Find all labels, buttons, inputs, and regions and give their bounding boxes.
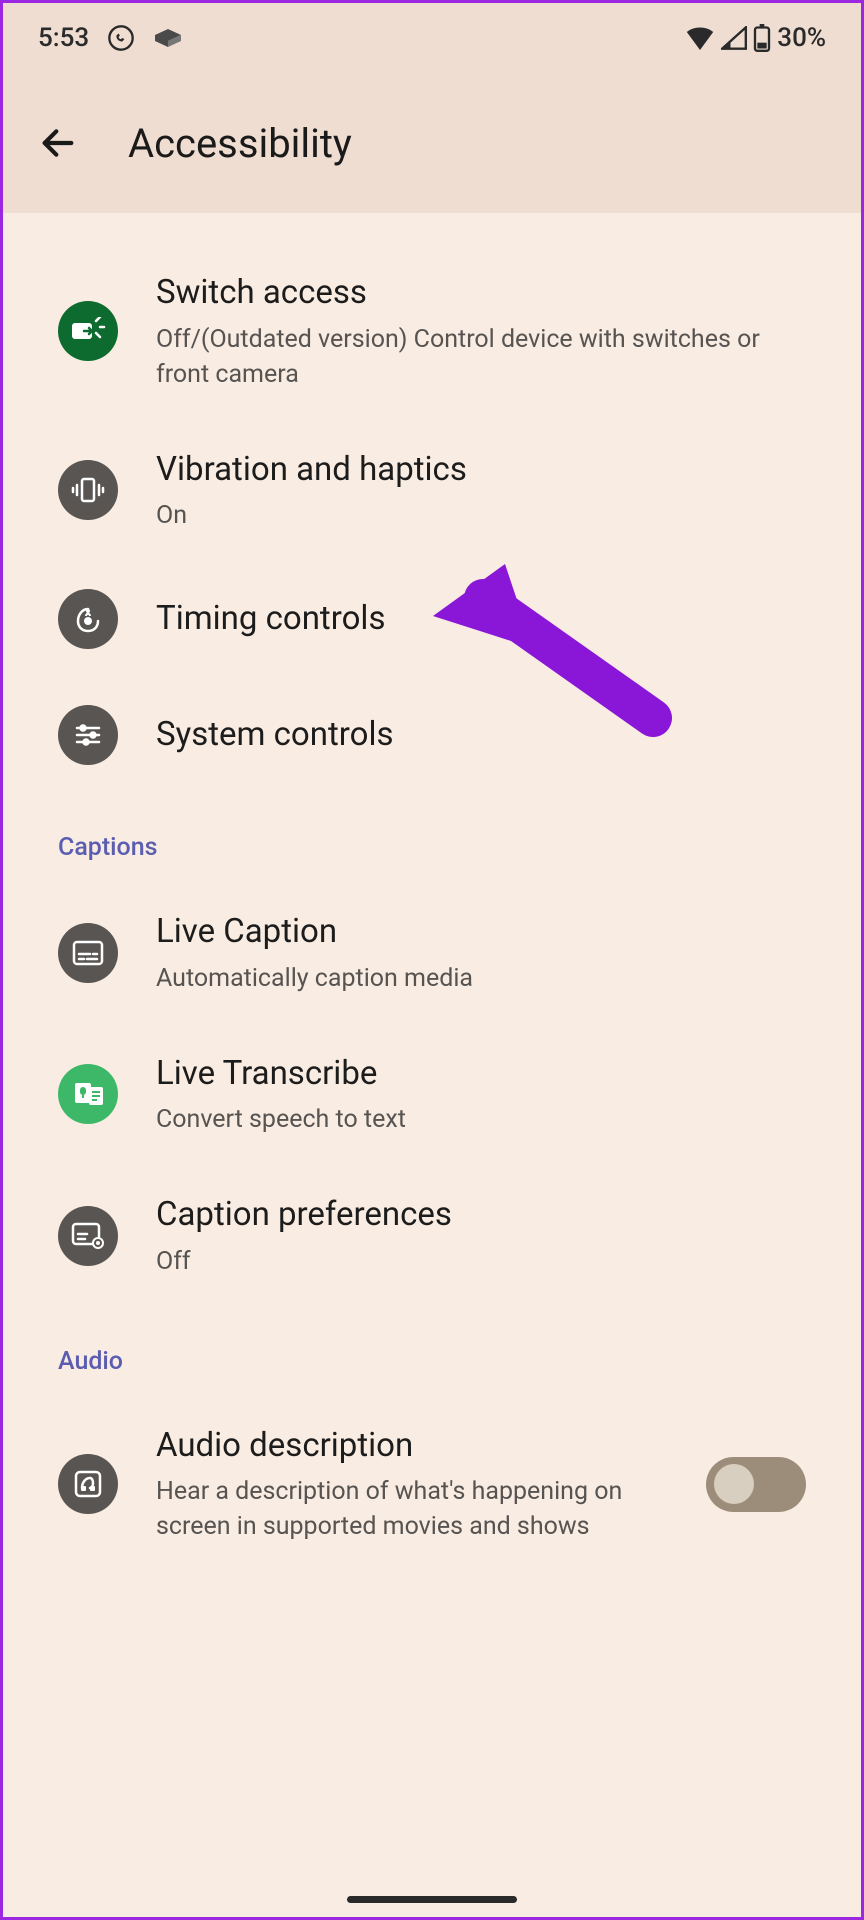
setting-title: Live Caption — [156, 910, 806, 955]
setting-caption-preferences[interactable]: Caption preferences Off — [3, 1165, 861, 1307]
switch-access-icon — [58, 301, 118, 361]
setting-title: Live Transcribe — [156, 1052, 806, 1097]
setting-timing-controls[interactable]: Timing controls — [3, 561, 861, 677]
setting-subtitle: Convert speech to text — [156, 1102, 806, 1137]
signal-icon — [721, 26, 747, 50]
status-left: 5:53 — [38, 23, 183, 53]
setting-live-caption[interactable]: Live Caption Automatically caption media — [3, 882, 861, 1024]
setting-system-controls[interactable]: System controls — [3, 677, 861, 793]
whatsapp-icon — [107, 24, 135, 52]
setting-title: Timing controls — [156, 597, 806, 642]
setting-subtitle: Hear a description of what's happening o… — [156, 1474, 648, 1544]
back-button[interactable] — [38, 123, 78, 163]
notification-icon — [153, 27, 183, 49]
setting-subtitle: On — [156, 498, 806, 533]
setting-subtitle: Automatically caption media — [156, 961, 806, 996]
setting-title: System controls — [156, 713, 806, 758]
live-caption-icon — [58, 923, 118, 983]
page-title: Accessibility — [128, 120, 352, 167]
setting-title: Switch access — [156, 271, 806, 316]
setting-vibration-haptics[interactable]: Vibration and haptics On — [3, 420, 861, 562]
system-controls-icon — [58, 705, 118, 765]
app-bar: Accessibility — [3, 73, 861, 213]
setting-subtitle: Off — [156, 1244, 806, 1279]
setting-audio-description[interactable]: Audio description Hear a description of … — [3, 1396, 861, 1573]
status-bar: 5:53 30% — [3, 3, 861, 73]
home-indicator[interactable] — [347, 1896, 517, 1903]
section-header-audio: Audio — [3, 1307, 861, 1396]
battery-icon — [753, 24, 771, 52]
setting-title: Vibration and haptics — [156, 448, 806, 493]
setting-title: Audio description — [156, 1424, 648, 1469]
wifi-icon — [685, 26, 715, 50]
section-header-captions: Captions — [3, 793, 861, 882]
setting-subtitle: Off/(Outdated version) Control device wi… — [156, 322, 806, 392]
status-time: 5:53 — [38, 23, 89, 53]
setting-title: Caption preferences — [156, 1193, 806, 1238]
battery-percent: 30% — [777, 23, 826, 53]
caption-preferences-icon — [58, 1206, 118, 1266]
settings-list[interactable]: Switch access Off/(Outdated version) Con… — [3, 213, 861, 1572]
audio-description-icon — [58, 1454, 118, 1514]
setting-live-transcribe[interactable]: Live Transcribe Convert speech to text — [3, 1024, 861, 1166]
vibration-icon — [58, 460, 118, 520]
timing-icon — [58, 589, 118, 649]
audio-description-toggle[interactable] — [706, 1457, 806, 1512]
status-right: 30% — [685, 23, 826, 53]
setting-switch-access[interactable]: Switch access Off/(Outdated version) Con… — [3, 243, 861, 420]
live-transcribe-icon — [58, 1064, 118, 1124]
